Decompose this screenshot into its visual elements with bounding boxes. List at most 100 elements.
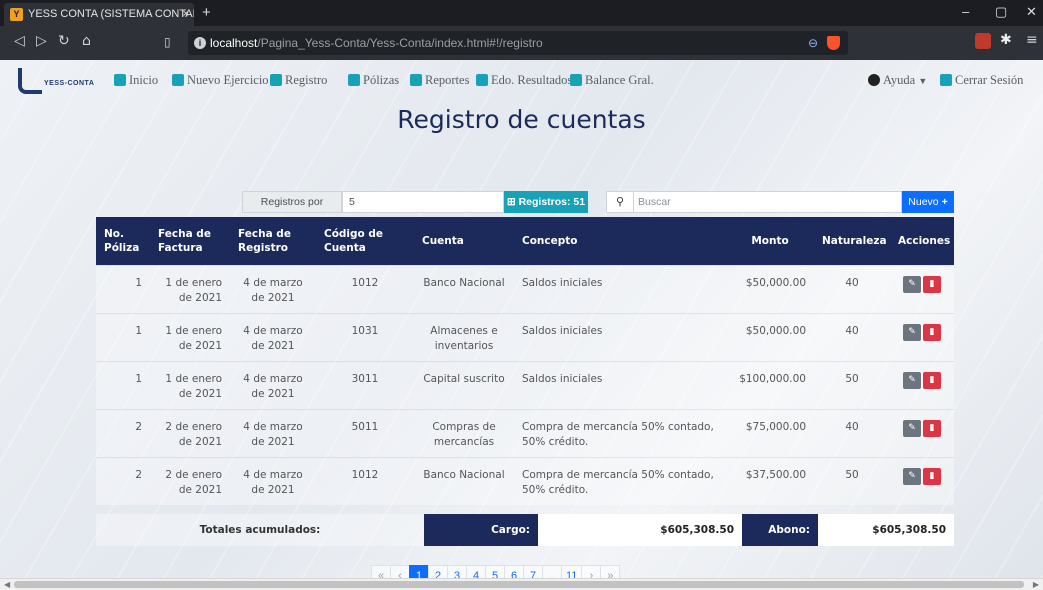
page-2[interactable]: 2 [428,565,448,578]
search-input[interactable]: Buscar [634,191,902,213]
page-title: Registro de cuentas [397,105,646,134]
back-icon[interactable]: ◁ [14,33,25,49]
menu-icon[interactable]: ≡ [1026,32,1038,48]
edit-icon[interactable]: ✎ [903,323,921,341]
scrollbar-thumb[interactable] [14,581,1024,588]
table-row: 1 1 de enero de 2021 4 de marzo de 2021 … [96,360,954,409]
cell-fecha-factura: 2 de enero de 2021 [150,456,230,505]
maximize-button[interactable]: ▢ [995,4,1007,20]
sitemap-icon [172,74,184,86]
table-header-row: No. Póliza Fecha de Factura Fecha de Reg… [96,217,954,265]
edit-icon[interactable]: ✎ [903,275,921,293]
logo-text: YESS-CONTA [44,80,95,87]
nav-registro[interactable]: Registro [270,73,327,88]
cell-codigo: 3011 [316,360,414,409]
cell-poliza: 1 [96,360,150,409]
trash-icon[interactable]: ▮ [923,275,941,293]
page-content: YESS-CONTA Inicio Nuevo Ejercicio Regist… [0,60,1043,578]
logo-mark-icon [18,68,42,94]
home-icon[interactable]: ⌂ [82,33,91,49]
edit-icon[interactable]: ✎ [903,419,921,437]
brave-shield-icon[interactable] [827,36,840,50]
tab-close-icon[interactable]: × [183,3,189,26]
nav-polizas[interactable]: Pólizas [348,73,399,88]
header-naturaleza[interactable]: Naturaleza [814,217,890,265]
logout-link[interactable]: Cerrar Sesión [940,73,1023,88]
header-poliza[interactable]: No. Póliza [96,217,150,265]
cell-naturaleza: 40 [814,408,890,457]
page-1[interactable]: 1 [409,565,429,578]
help-menu[interactable]: Ayuda ▼ [868,73,927,88]
scroll-right-icon[interactable]: ▶ [1033,580,1039,589]
extension-icon[interactable] [975,33,991,49]
page-prev[interactable]: ‹ [390,565,410,578]
minimize-button[interactable]: – [962,4,969,19]
site-info-icon[interactable]: i [194,37,206,49]
zoom-icon[interactable]: ⊖ [808,31,818,55]
close-window-button[interactable]: ✕ [1026,4,1037,20]
header-fecha-registro[interactable]: Fecha de Registro [230,217,316,265]
header-fecha-factura[interactable]: Fecha de Factura [150,217,230,265]
reload-icon[interactable]: ↻ [58,33,70,49]
balance-scale-icon [570,74,582,86]
page-next[interactable]: › [581,565,602,578]
page-last[interactable]: » [600,565,621,578]
page-first[interactable]: « [371,565,391,578]
cell-codigo: 5011 [316,408,414,457]
forward-icon[interactable]: ▷ [36,33,47,49]
cell-poliza: 2 [96,456,150,505]
cell-fecha-factura: 1 de enero de 2021 [150,312,230,361]
header-cuenta[interactable]: Cuenta [414,217,514,265]
cell-poliza: 1 [96,264,150,313]
bookmark-icon[interactable]: ▯ [164,35,171,49]
trash-icon[interactable]: ▮ [923,371,941,389]
new-button[interactable]: Nuevo + [902,191,954,213]
trash-icon[interactable]: ▮ [923,323,941,341]
trash-icon[interactable]: ▮ [923,419,941,437]
page-6[interactable]: 6 [504,565,524,578]
records-table: No. Póliza Fecha de Factura Fecha de Reg… [96,217,954,505]
app-logo[interactable]: YESS-CONTA [18,68,98,94]
home-icon [114,74,126,86]
cell-codigo: 1012 [316,456,414,505]
url-path: /Pagina_Yess-Conta/Yess-Conta/index.html… [257,36,543,50]
trash-icon[interactable]: ▮ [923,467,941,485]
address-bar[interactable]: i localhost/Pagina_Yess-Conta/Yess-Conta… [188,31,848,55]
cell-cuenta: Capital suscrito [414,360,514,409]
page-4[interactable]: 4 [466,565,486,578]
document-icon [476,74,488,86]
abono-value: $605,308.50 [818,514,954,546]
per-page-input[interactable]: 5 [342,191,504,213]
edit-icon[interactable]: ✎ [903,467,921,485]
page-5[interactable]: 5 [485,565,505,578]
nav-inicio[interactable]: Inicio [114,73,158,88]
header-monto[interactable]: Monto [726,217,814,265]
cell-monto: $50,000.00 [726,264,814,313]
scroll-left-icon[interactable]: ◀ [4,580,10,589]
nav-nuevo-ejercicio[interactable]: Nuevo Ejercicio [172,73,269,88]
edit-icon[interactable]: ✎ [903,371,921,389]
page-7[interactable]: 7 [523,565,543,578]
new-tab-button[interactable]: + [202,3,211,23]
cell-naturaleza: 40 [814,264,890,313]
nav-reportes[interactable]: Reportes [410,73,469,88]
cell-cuenta: Compras de mercancías [414,408,514,457]
page-3[interactable]: 3 [447,565,467,578]
cell-fecha-registro: 4 de marzo de 2021 [230,408,316,457]
nav-edo-resultados[interactable]: Edo. Resultados [476,73,572,88]
sitemap-icon: ⊞ [506,196,519,208]
header-concepto[interactable]: Concepto [514,217,726,265]
puzzle-icon[interactable]: ✱ [1000,32,1012,48]
header-codigo[interactable]: Código de Cuenta [316,217,414,265]
cell-monto: $37,500.00 [726,456,814,505]
cell-concepto: Saldos iniciales [514,360,726,409]
cell-acciones: ✎ ▮ [890,312,954,361]
nav-balance-gral[interactable]: Balance Gral. [570,73,654,88]
cell-concepto: Saldos iniciales [514,264,726,313]
table-row: 2 2 de enero de 2021 4 de marzo de 2021 … [96,456,954,505]
page-11[interactable]: 11 [561,565,583,578]
browser-tab[interactable]: Y YESS CONTA (SISTEMA CONTABL × [4,3,194,26]
browser-toolbar: ◁ ▷ ↻ ⌂ ▯ i localhost/Pagina_Yess-Conta/… [0,26,1043,60]
cell-acciones: ✎ ▮ [890,456,954,505]
horizontal-scrollbar[interactable]: ◀ ▶ [0,578,1043,590]
